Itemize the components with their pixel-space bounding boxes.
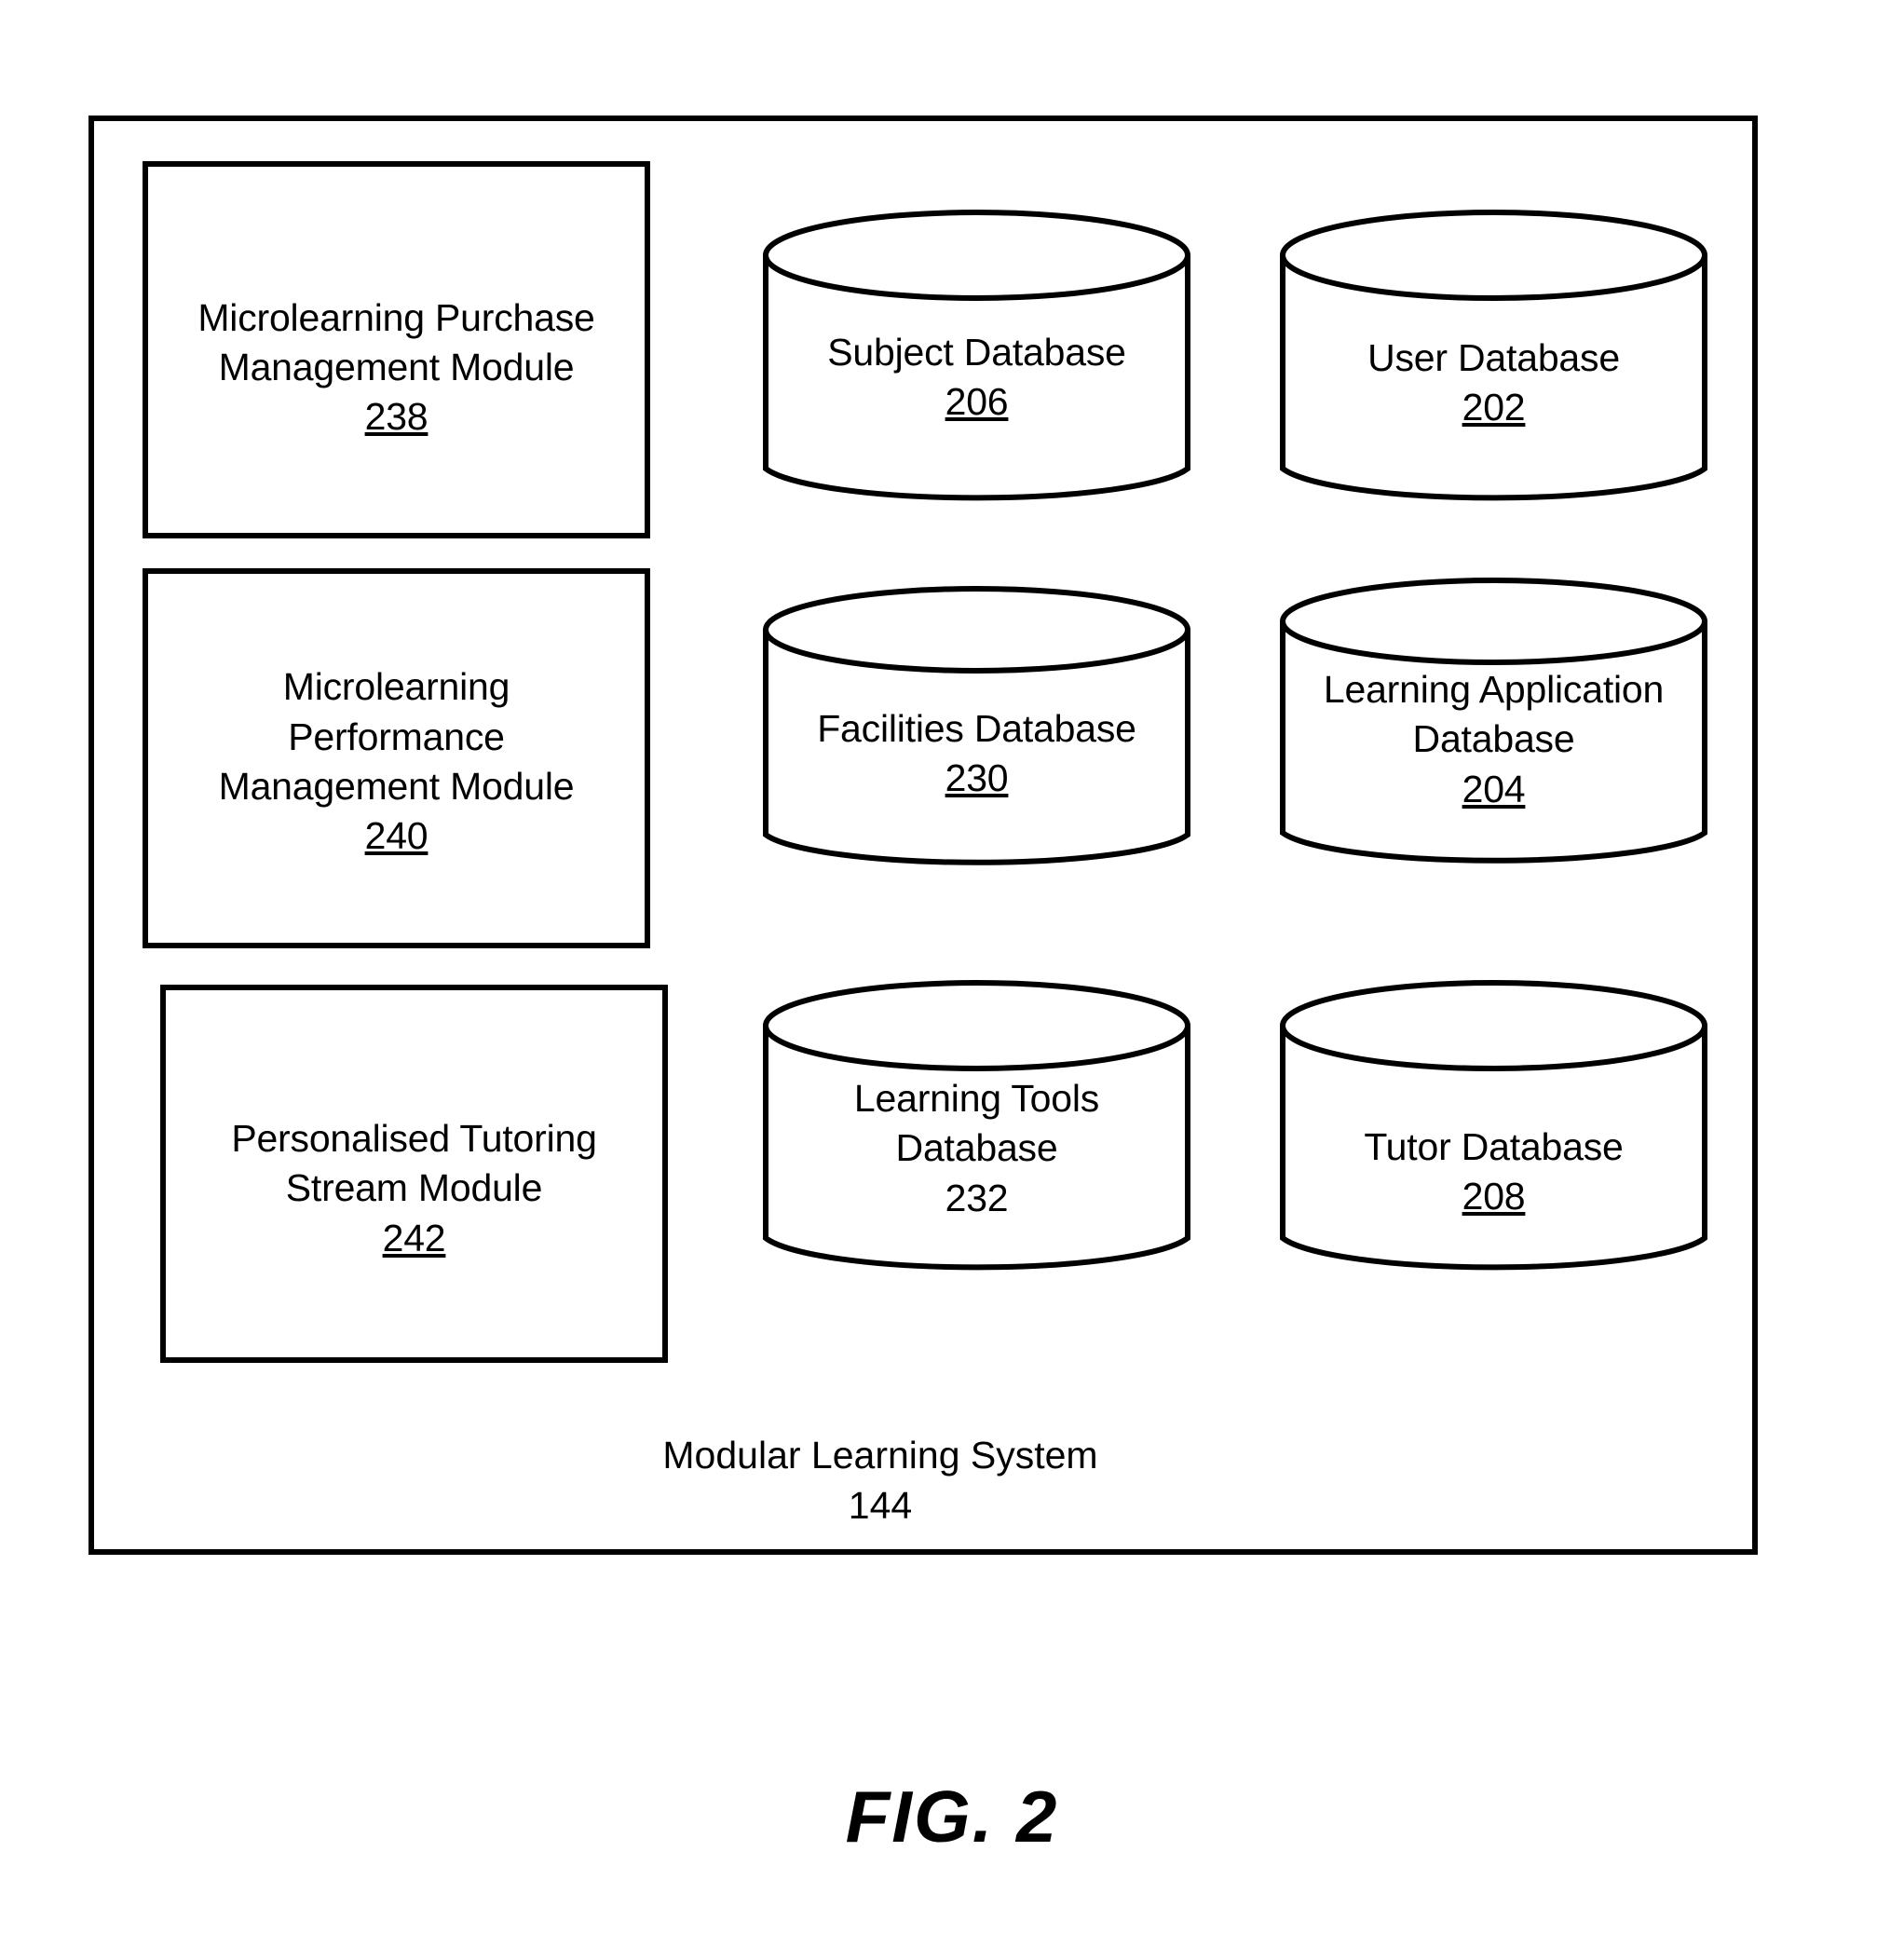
database-reference-number: 230 xyxy=(945,756,1009,800)
database-label: Facilities Database 230 xyxy=(760,704,1193,804)
database-label-line1: Facilities Database xyxy=(817,707,1136,750)
database-reference-number: 204 xyxy=(1462,767,1526,810)
database-label: Subject Database 206 xyxy=(760,328,1193,428)
database-label-line1: Learning Application xyxy=(1323,668,1665,711)
database-label: Tutor Database 208 xyxy=(1277,1123,1710,1222)
module-label-line2: Performance xyxy=(288,715,505,758)
system-caption: Modular Learning System 144 xyxy=(88,1430,1672,1531)
system-reference-number: 144 xyxy=(848,1484,913,1528)
database-reference-number: 202 xyxy=(1462,386,1526,429)
database-cylinder-learning-tools: Learning Tools Database 232 xyxy=(760,977,1193,1277)
module-label-line1: Microlearning Purchase xyxy=(197,295,595,339)
database-label-line1: User Database xyxy=(1367,336,1620,379)
module-box-microlearning-performance-management: Microlearning Performance Management Mod… xyxy=(143,568,650,948)
database-reference-number: 206 xyxy=(945,380,1009,424)
module-label-line2: Management Module xyxy=(218,345,575,388)
database-label-line1: Tutor Database xyxy=(1364,1125,1624,1168)
figure-caption: FIG. 2 xyxy=(845,1776,1059,1858)
database-label-line1: Learning Tools xyxy=(853,1077,1100,1120)
database-cylinder-facilities: Facilities Database 230 xyxy=(760,583,1193,872)
module-reference-number: 242 xyxy=(382,1216,446,1259)
module-reference-number: 238 xyxy=(364,395,428,439)
module-label: Microlearning Purchase Management Module… xyxy=(197,293,595,442)
database-label-line2: Database xyxy=(1412,717,1575,761)
database-label-line2: Database xyxy=(895,1126,1058,1170)
database-reference-number: 232 xyxy=(945,1176,1009,1219)
database-reference-number: 208 xyxy=(1462,1175,1526,1218)
module-label-line2: Stream Module xyxy=(285,1166,543,1210)
database-label: Learning Application Database 204 xyxy=(1277,665,1710,814)
database-label: User Database 202 xyxy=(1277,333,1710,433)
module-box-personalised-tutoring-stream: Personalised Tutoring Stream Module 242 xyxy=(160,985,668,1363)
module-label-line1: Microlearning xyxy=(282,665,510,709)
module-label: Microlearning Performance Management Mod… xyxy=(219,662,575,861)
module-label-line3: Management Module xyxy=(218,765,575,808)
database-cylinder-tutor: Tutor Database 208 xyxy=(1277,977,1710,1277)
database-label: Learning Tools Database 232 xyxy=(760,1074,1193,1223)
module-label: Personalised Tutoring Stream Module 242 xyxy=(231,1114,597,1263)
module-box-microlearning-purchase-management: Microlearning Purchase Management Module… xyxy=(143,161,650,538)
database-label-line1: Subject Database xyxy=(827,331,1126,374)
module-label-line1: Personalised Tutoring xyxy=(231,1117,597,1161)
database-cylinder-subject: Subject Database 206 xyxy=(760,207,1193,508)
database-cylinder-learning-application: Learning Application Database 204 xyxy=(1277,575,1710,871)
database-cylinder-user: User Database 202 xyxy=(1277,207,1710,508)
system-title: Modular Learning System xyxy=(662,1434,1098,1477)
module-reference-number: 240 xyxy=(364,814,428,858)
